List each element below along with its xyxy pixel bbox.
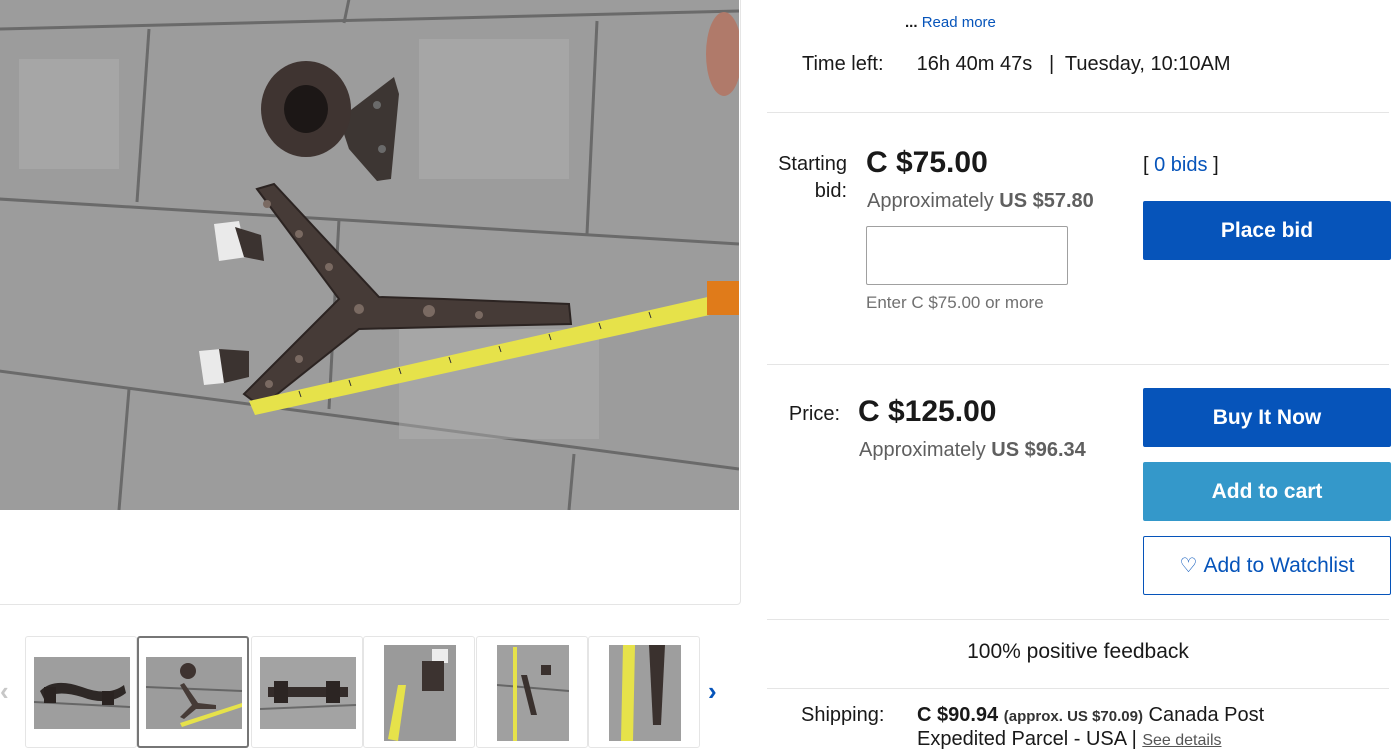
shipping-carrier: Canada Post	[1148, 704, 1265, 726]
bid-count: [ 0 bids ]	[1143, 154, 1219, 177]
shipping-label: Shipping:	[801, 704, 885, 726]
thumbnail-5[interactable]	[476, 636, 588, 748]
image-viewer[interactable]	[0, 0, 741, 605]
time-left-label: Time left:	[802, 53, 884, 75]
add-to-watchlist-label: Add to Watchlist	[1203, 553, 1355, 577]
thumbnail-image	[497, 645, 569, 741]
buy-now-approx: Approximately US $96.34	[859, 439, 1086, 462]
thumbnail-1[interactable]	[25, 636, 137, 748]
approx-prefix: Approximately	[867, 190, 994, 212]
time-separator: |	[1048, 53, 1055, 75]
thumbnail-image	[260, 657, 356, 729]
buy-it-now-button[interactable]: Buy It Now	[1143, 388, 1391, 447]
shipping-cost: C $90.94	[917, 704, 999, 726]
thumbnail-image	[34, 657, 130, 729]
bid-amount-input[interactable]	[866, 226, 1068, 285]
thumbnail-strip: ‹ ›	[0, 633, 740, 755]
starting-bid-label-line1: Starting	[778, 153, 847, 175]
thumbnail-6[interactable]	[588, 636, 700, 748]
read-more-link[interactable]: Read more	[922, 14, 996, 31]
starting-bid-price: C $75.00	[866, 146, 988, 179]
place-bid-button[interactable]: Place bid	[1143, 201, 1391, 260]
bracket-close: ]	[1213, 154, 1219, 176]
ellipsis: ...	[905, 14, 918, 31]
approx-value: US $57.80	[999, 190, 1094, 212]
thumbnail-2-selected[interactable]	[137, 636, 249, 748]
shipping-separator: |	[1131, 728, 1137, 750]
end-time: Tuesday, 10:10AM	[1064, 53, 1231, 75]
time-left-value: 16h 40m 47s	[916, 53, 1033, 75]
chevron-left-icon[interactable]: ‹	[0, 678, 9, 704]
divider	[767, 688, 1389, 689]
thumbnail-4[interactable]	[363, 636, 475, 748]
shipping-service: Expedited Parcel - USA	[917, 728, 1126, 750]
time-left-row: Time left: 16h 40m 47s | Tuesday, 10:10A…	[802, 53, 1231, 76]
divider	[767, 112, 1389, 113]
description-read-more: ... Read more	[905, 14, 996, 31]
price-label: Price:	[788, 403, 840, 425]
shipping-service-row: Expedited Parcel - USA | See details	[917, 728, 1222, 751]
approx-value: US $96.34	[991, 439, 1086, 461]
starting-bid-approx: Approximately US $57.80	[867, 190, 1094, 213]
approx-prefix: Approximately	[859, 439, 986, 461]
divider	[767, 619, 1389, 620]
heart-icon: ♡	[1179, 555, 1198, 577]
shipping-cost-row: C $90.94 (approx. US $70.09) Canada Post	[917, 704, 1264, 727]
thumbnail-3[interactable]	[251, 636, 363, 748]
add-to-watchlist-button[interactable]: ♡ Add to Watchlist	[1143, 536, 1391, 595]
main-product-photo[interactable]	[0, 0, 739, 510]
shipping-approx: (approx. US $70.09)	[1003, 708, 1143, 725]
thumbnail-image	[384, 645, 456, 741]
thumbnail-image	[146, 657, 242, 729]
chevron-right-icon[interactable]: ›	[708, 678, 717, 704]
see-details-link[interactable]: See details	[1142, 732, 1221, 749]
bid-hint: Enter C $75.00 or more	[866, 293, 1044, 312]
starting-bid-label-line2: bid:	[814, 180, 847, 202]
divider	[767, 364, 1389, 365]
seller-feedback: 100% positive feedback	[967, 640, 1189, 663]
starting-bid-label: Starting bid:	[757, 151, 847, 205]
buy-now-price: C $125.00	[858, 395, 997, 428]
add-to-cart-button[interactable]: Add to cart	[1143, 462, 1391, 521]
bid-count-link[interactable]: 0 bids	[1154, 154, 1207, 176]
bracket-open: [	[1143, 154, 1149, 176]
thumbnail-image	[609, 645, 681, 741]
